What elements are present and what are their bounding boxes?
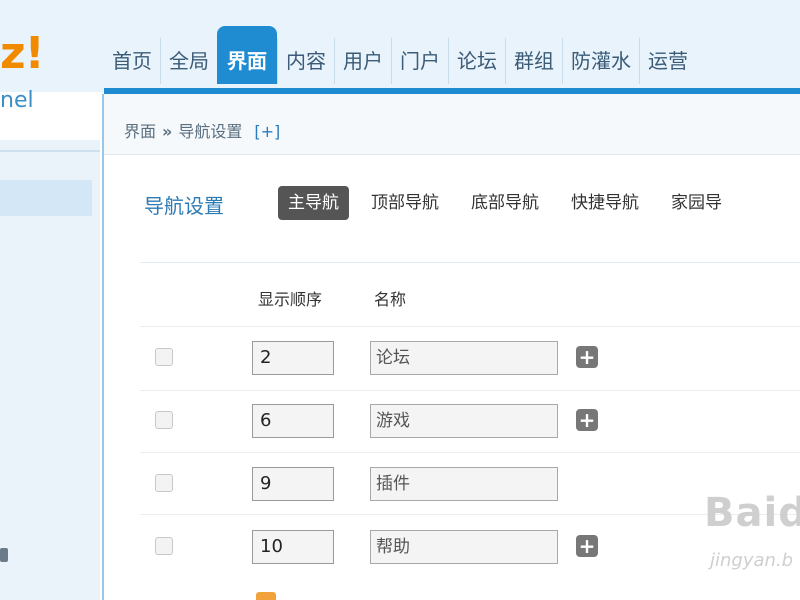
logo: z! <box>0 28 45 79</box>
plus-square-icon[interactable]: + <box>576 535 598 557</box>
sidebar-scroll-mark <box>0 548 8 562</box>
section-title: 导航设置 <box>144 194 224 218</box>
breadcrumb-root[interactable]: 界面 <box>124 122 156 141</box>
logo-subtext: nel <box>0 88 34 113</box>
row-divider <box>140 514 800 515</box>
nav-item-operations[interactable]: 运营 <box>639 38 696 84</box>
nav-item-antispam[interactable]: 防灌水 <box>562 38 639 84</box>
nav-item-global[interactable]: 全局 <box>160 38 217 84</box>
row-checkbox[interactable] <box>155 411 173 429</box>
order-input[interactable]: 10 <box>252 530 334 564</box>
nav-item-content[interactable]: 内容 <box>277 38 334 84</box>
name-input[interactable]: 论坛 <box>370 341 558 375</box>
content-border <box>102 94 104 600</box>
name-input[interactable]: 游戏 <box>370 404 558 438</box>
nav-item-forum[interactable]: 论坛 <box>448 38 505 84</box>
row-checkbox[interactable] <box>155 348 173 366</box>
tab-main-nav[interactable]: 主导航 <box>278 186 349 220</box>
breadcrumb-current: 导航设置 <box>178 122 243 141</box>
nav-type-tabs: 主导航 顶部导航 底部导航 快捷导航 家园导 <box>278 186 744 220</box>
tab-home-nav[interactable]: 家园导 <box>661 186 732 220</box>
watermark-subtext: jingyan.b <box>710 550 794 571</box>
order-input[interactable]: 6 <box>252 404 334 438</box>
header-name: 名称 <box>374 290 407 309</box>
nav-item-groups[interactable]: 群组 <box>505 38 562 84</box>
nav-item-portal[interactable]: 门户 <box>391 38 448 84</box>
name-input[interactable]: 插件 <box>370 467 558 501</box>
order-input[interactable]: 9 <box>252 467 334 501</box>
watermark: Baidu <box>704 490 800 536</box>
tab-quick-nav[interactable]: 快捷导航 <box>561 186 649 220</box>
nav-item-interface[interactable]: 界面 <box>217 26 277 84</box>
sidebar-item-active[interactable] <box>0 180 92 216</box>
breadcrumb-add-button[interactable]: [+] <box>254 122 280 141</box>
row-checkbox[interactable] <box>155 537 173 555</box>
sidebar-divider <box>0 150 100 152</box>
row-divider <box>140 390 800 391</box>
row-divider <box>140 452 800 453</box>
nav-item-home[interactable]: 首页 <box>104 38 160 84</box>
nav-item-users[interactable]: 用户 <box>334 38 391 84</box>
tab-top-nav[interactable]: 顶部导航 <box>361 186 449 220</box>
row-divider <box>140 326 800 327</box>
main-nav: 首页 全局 界面 内容 用户 门户 论坛 群组 防灌水 运营 <box>104 26 696 84</box>
breadcrumb-separator: » <box>162 122 173 141</box>
add-nav-link[interactable] <box>256 592 276 600</box>
row-checkbox[interactable] <box>155 474 173 492</box>
breadcrumb: 界面 » 导航设置 [+] <box>124 118 280 142</box>
plus-square-icon[interactable]: + <box>576 409 598 431</box>
plus-square-icon[interactable]: + <box>576 346 598 368</box>
name-input[interactable]: 帮助 <box>370 530 558 564</box>
section-divider <box>140 262 800 263</box>
order-input[interactable]: 2 <box>252 341 334 375</box>
tab-bottom-nav[interactable]: 底部导航 <box>461 186 549 220</box>
header-display-order: 显示顺序 <box>258 290 323 309</box>
